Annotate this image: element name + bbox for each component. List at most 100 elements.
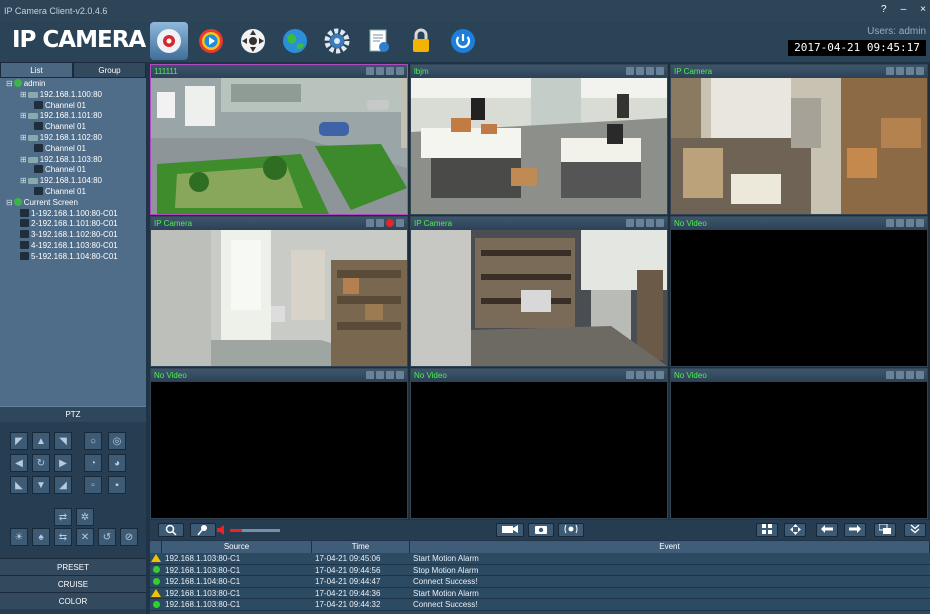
snapshot-icon[interactable] [366, 67, 374, 75]
video-cell[interactable]: No Video [410, 368, 668, 519]
ptz-stop-button[interactable]: ⊘ [120, 528, 138, 546]
mirror-button[interactable]: ✲ [76, 508, 94, 526]
time-column-header[interactable]: Time [312, 541, 410, 553]
close-view-icon[interactable] [656, 67, 664, 75]
speaker-icon[interactable] [216, 524, 228, 536]
flip-button[interactable]: ⇄ [54, 508, 72, 526]
tree-item-screen[interactable]: 3-192.168.1.102:80-C01 [0, 230, 146, 241]
tree-item-root[interactable]: ⊟ admin [0, 79, 146, 90]
ptz-reset-button[interactable]: ↺ [98, 528, 116, 546]
microphone-button[interactable] [190, 523, 216, 537]
zoom-out-button[interactable]: ○ [84, 432, 102, 450]
tree-item-screen[interactable]: 4-192.168.1.103:80-C01 [0, 240, 146, 252]
snapshot-icon[interactable] [366, 219, 374, 227]
close-view-icon[interactable] [396, 219, 404, 227]
log-button[interactable] [360, 22, 398, 60]
tree-item-channel[interactable]: Channel 01 [0, 186, 146, 198]
expand-toggle-icon[interactable]: ⊞ [20, 111, 27, 120]
audio-icon[interactable] [896, 371, 904, 379]
focus-near-button[interactable]: ◔ [84, 454, 102, 472]
exit-button[interactable] [444, 22, 482, 60]
ptz-up-left-button[interactable]: ◤ [10, 432, 28, 450]
close-view-icon[interactable] [656, 371, 664, 379]
iris-open-button[interactable]: ▪ [108, 476, 126, 494]
expand-toggle-icon[interactable]: ⊞ [20, 155, 27, 164]
close-view-icon[interactable] [656, 219, 664, 227]
previous-page-button[interactable] [816, 523, 838, 537]
ptz-down-left-button[interactable]: ◣ [10, 476, 28, 494]
ptz-right-button[interactable]: ▶ [54, 454, 72, 472]
video-cell[interactable]: No Video [670, 368, 928, 519]
playback-button[interactable] [192, 22, 230, 60]
cruise-button[interactable]: CRUISE [0, 575, 146, 592]
snapshot-icon[interactable] [626, 371, 634, 379]
fullscreen-button[interactable] [784, 523, 806, 537]
tree-item-screen[interactable]: 2-192.168.1.101:80-C01 [0, 219, 146, 230]
record-icon[interactable] [646, 371, 654, 379]
video-cell[interactable]: lbjm [410, 64, 668, 215]
expand-toggle-icon[interactable]: ⊞ [20, 133, 27, 142]
record-active-icon[interactable] [386, 219, 394, 227]
wiper-button[interactable]: ♠ [32, 528, 50, 546]
record-icon[interactable] [906, 219, 914, 227]
tab-group[interactable]: Group [73, 62, 146, 78]
tab-list[interactable]: List [0, 62, 73, 78]
audio-icon[interactable] [896, 219, 904, 227]
audio-icon[interactable] [636, 219, 644, 227]
event-row[interactable]: 192.168.1.103:80-C1 17-04-21 09:44:56 Stop… [150, 565, 930, 576]
switch-view-button[interactable] [874, 523, 896, 537]
snapshot-icon[interactable] [366, 371, 374, 379]
color-button[interactable]: COLOR [0, 592, 146, 609]
expand-toggle-icon[interactable]: ⊟ [6, 79, 13, 88]
ptz-left-button[interactable]: ◀ [10, 454, 28, 472]
record-icon[interactable] [646, 67, 654, 75]
minimize-button[interactable]: – [901, 4, 907, 15]
ptz-down-button[interactable]: ▼ [32, 476, 50, 494]
close-view-icon[interactable] [396, 67, 404, 75]
ptz-auto-button[interactable]: ↻ [32, 454, 50, 472]
audio-icon[interactable] [376, 67, 384, 75]
horizontal-cruise-button[interactable]: ⇆ [54, 528, 72, 546]
video-cell[interactable]: No Video [150, 368, 408, 519]
video-cell[interactable]: 111111 [150, 64, 408, 215]
event-row[interactable]: 192.168.1.103:80-C1 17-04-21 09:44:32 Conn… [150, 599, 930, 611]
tree-item-channel[interactable]: Channel 01 [0, 122, 146, 133]
audio-icon[interactable] [896, 67, 904, 75]
tree-item-screen[interactable]: 5-192.168.1.104:80-C01 [0, 251, 146, 263]
collapse-panel-button[interactable] [904, 523, 926, 537]
ptz-up-right-button[interactable]: ◥ [54, 432, 72, 450]
tree-item-screen[interactable]: 1-192.168.1.100:80-C01 [0, 208, 146, 220]
record-icon[interactable] [646, 219, 654, 227]
snapshot-icon[interactable] [626, 219, 634, 227]
tree-item-device[interactable]: ⊞ 192.168.1.103:80 [0, 155, 146, 166]
ptz-down-right-button[interactable]: ◢ [54, 476, 72, 494]
snapshot-icon[interactable] [886, 371, 894, 379]
ptz-up-button[interactable]: ▲ [32, 432, 50, 450]
video-cell[interactable]: No Video [670, 216, 928, 367]
help-button[interactable]: ? [881, 4, 887, 15]
record-button[interactable] [496, 523, 524, 537]
light-button[interactable]: ☀ [10, 528, 28, 546]
close-button[interactable]: × [920, 4, 926, 15]
audio-icon[interactable] [636, 371, 644, 379]
event-row[interactable]: 192.168.1.104:80-C1 17-04-21 09:44:47 Conn… [150, 576, 930, 588]
tree-item-device[interactable]: ⊞ 192.168.1.102:80 [0, 133, 146, 144]
tree-item-channel[interactable]: Channel 01 [0, 100, 146, 112]
video-cell[interactable]: IP Camera [410, 216, 668, 367]
tree-item-channel[interactable]: Channel 01 [0, 143, 146, 155]
talk-button[interactable] [558, 523, 584, 537]
audio-icon[interactable] [636, 67, 644, 75]
audio-icon[interactable] [376, 371, 384, 379]
expand-toggle-icon[interactable]: ⊞ [20, 90, 27, 99]
record-icon[interactable] [906, 67, 914, 75]
snapshot-icon[interactable] [886, 219, 894, 227]
settings-button[interactable] [318, 22, 356, 60]
audio-icon[interactable] [376, 219, 384, 227]
close-view-icon[interactable] [916, 219, 924, 227]
focus-far-button[interactable]: ◕ [108, 454, 126, 472]
tree-item-root[interactable]: ⊟ Current Screen [0, 197, 146, 209]
record-icon[interactable] [906, 371, 914, 379]
lock-button[interactable] [402, 22, 440, 60]
tree-item-channel[interactable]: Channel 01 [0, 165, 146, 176]
network-button[interactable] [276, 22, 314, 60]
